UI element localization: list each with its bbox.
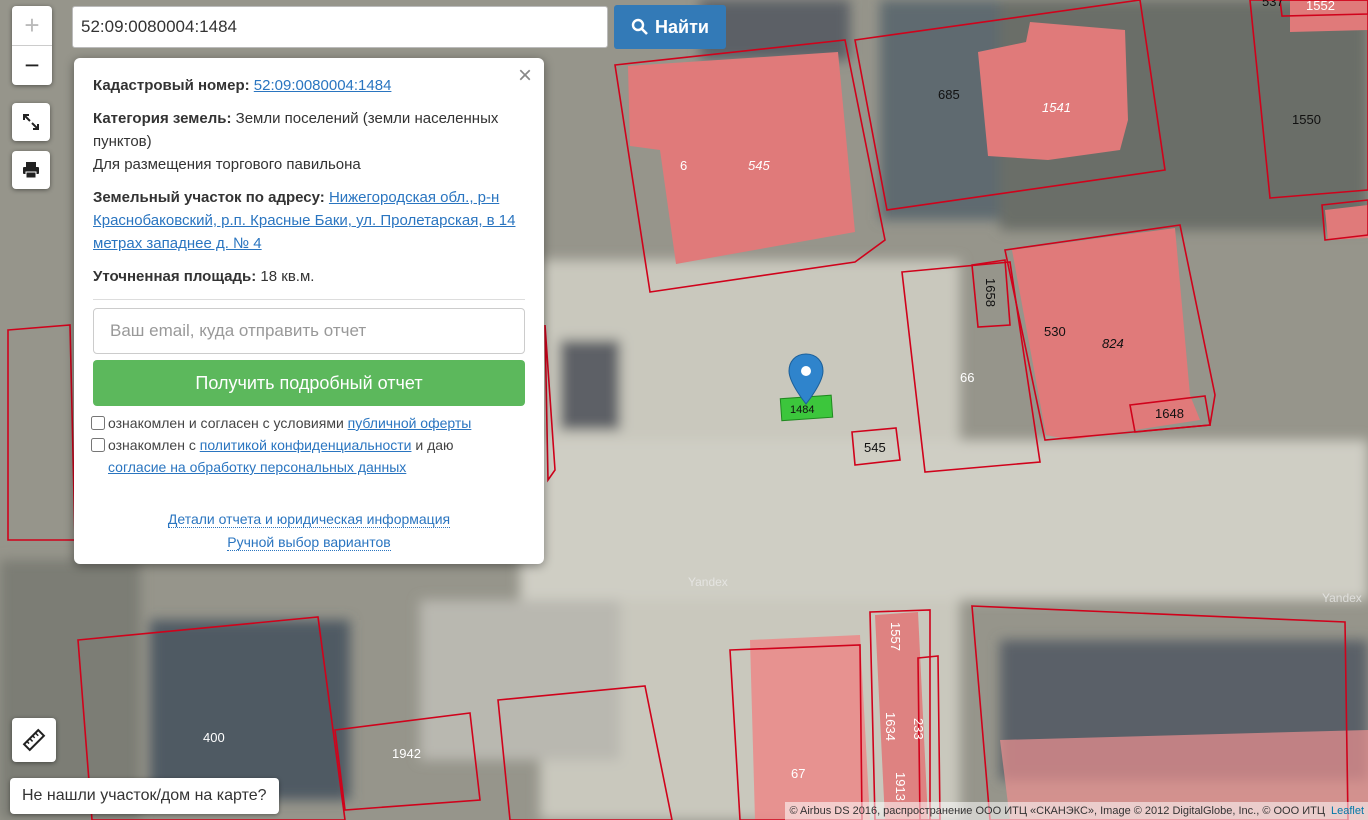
parcel-label: 1557 (888, 622, 903, 651)
privacy-text: ознакомлен с (108, 437, 200, 453)
offer-checkbox[interactable] (91, 416, 105, 430)
parcel-label: 545 (864, 440, 886, 455)
offer-text-wrap: ознакомлен и согласен с условиями публич… (108, 412, 471, 434)
offer-text: ознакомлен и согласен с условиями (108, 415, 348, 431)
not-found-button[interactable]: Не нашли участок/дом на карте? (10, 778, 279, 814)
details-link[interactable]: Детали отчета и юридическая информация (167, 511, 451, 528)
parcel-label: 1658 (983, 278, 998, 307)
find-button-label: Найти (655, 16, 709, 37)
manual-select-link[interactable]: Ручной выбор вариантов (227, 534, 391, 551)
get-report-button[interactable]: Получить подробный отчет (93, 360, 525, 406)
fullscreen-icon (23, 114, 39, 130)
privacy-agreement: ознакомлен с политикой конфиденциальност… (91, 434, 525, 478)
parcel-label: 1550 (1292, 112, 1321, 127)
zoom-control: + − (12, 6, 52, 85)
privacy-link[interactable]: политикой конфиденциальности (200, 437, 412, 453)
popup-links: Детали отчета и юридическая информация Р… (93, 508, 525, 554)
minus-icon[interactable]: − (12, 46, 52, 85)
privacy-text-2: и даю (411, 437, 454, 453)
email-field[interactable] (93, 308, 525, 354)
parcel-label: 530 (1044, 324, 1066, 339)
ruler-icon (22, 728, 46, 752)
watermark: Yandex (688, 575, 728, 589)
parcel-label: 1634 (883, 712, 898, 741)
area-row: Уточненная площадь: 18 кв.м. (93, 265, 525, 288)
category-row: Категория земель: Земли поселений (земли… (93, 107, 525, 153)
offer-agreement: ознакомлен и согласен с условиями публич… (91, 412, 525, 434)
parcel-label: 1942 (392, 746, 421, 761)
area-value: 18 кв.м. (260, 268, 315, 285)
parcel-label: 537 (1262, 0, 1284, 9)
parcel-label: 233 (911, 718, 926, 740)
cadastral-label: Кадастровый номер: (93, 77, 250, 94)
attribution-text: © Airbus DS 2016, распространение ООО ИТ… (789, 805, 1325, 817)
consent-link[interactable]: согласие на обработку персональных данны… (108, 459, 406, 475)
parcel-label: 1541 (1042, 100, 1071, 115)
parcel-label: 67 (791, 766, 805, 781)
cadastral-number-link[interactable]: 52:09:0080004:1484 (254, 77, 392, 94)
print-button[interactable] (12, 151, 50, 189)
print-icon (23, 162, 39, 179)
divider (93, 299, 525, 300)
parcel-label: 824 (1102, 336, 1124, 351)
parcel-label: 6 (680, 158, 687, 173)
parcel-label: 1484 (790, 404, 814, 416)
find-button[interactable]: Найти (614, 5, 726, 49)
parcel-label: 400 (203, 730, 225, 745)
address-row: Земельный участок по адресу: Нижегородск… (93, 186, 525, 255)
parcel-label: 1913 (893, 772, 908, 801)
parcel-label: 685 (938, 87, 960, 102)
parcel-label: 1648 (1155, 406, 1184, 421)
close-icon[interactable]: × (518, 64, 532, 88)
privacy-checkbox[interactable] (91, 438, 105, 452)
cadastral-search-input[interactable] (72, 6, 608, 48)
watermark: Yandex (1322, 591, 1362, 605)
measure-button[interactable] (12, 718, 56, 762)
parcel-label: 545 (748, 158, 770, 173)
address-label: Земельный участок по адресу: (93, 189, 325, 206)
area-label: Уточненная площадь: (93, 268, 257, 285)
parcel-label: 1552 (1306, 0, 1335, 13)
privacy-text-wrap: ознакомлен с политикой конфиденциальност… (108, 434, 454, 478)
fullscreen-button[interactable] (12, 103, 50, 141)
plus-icon[interactable]: + (12, 6, 52, 46)
cadastral-number-row: Кадастровый номер: 52:09:0080004:1484 (93, 74, 525, 97)
parcel-label: 66 (960, 370, 974, 385)
category-label: Категория земель: (93, 110, 232, 127)
usage-text: Для размещения торгового павильона (93, 156, 361, 173)
parcel-info-popup: × Кадастровый номер: 52:09:0080004:1484 … (74, 58, 544, 564)
leaflet-link[interactable]: Leaflet (1331, 805, 1364, 817)
map-attribution: © Airbus DS 2016, распространение ООО ИТ… (785, 802, 1368, 820)
offer-link[interactable]: публичной оферты (348, 415, 472, 431)
search-icon (631, 18, 648, 35)
